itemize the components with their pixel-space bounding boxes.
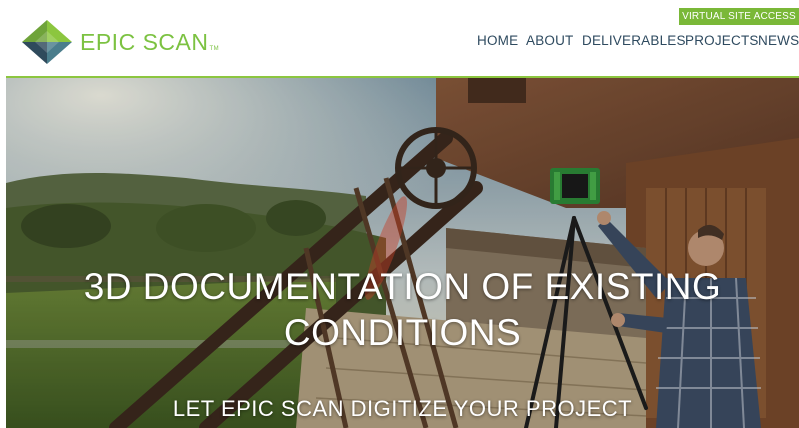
hero-photo [6, 78, 799, 428]
hero-banner: 3D DOCUMENTATION OF EXISTING CONDITIONS … [6, 78, 799, 428]
nav-about[interactable]: ABOUT [526, 33, 574, 48]
virtual-site-access-button[interactable]: VIRTUAL SITE ACCESS [679, 8, 799, 25]
nav-news[interactable]: NEWS [758, 33, 799, 48]
hero-title-line-1: 3D DOCUMENTATION OF EXISTING [83, 266, 722, 307]
hero-title: 3D DOCUMENTATION OF EXISTING CONDITIONS [6, 264, 799, 356]
nav-home[interactable]: HOME [477, 33, 518, 48]
nav-projects[interactable]: PROJECTS [685, 33, 759, 48]
epic-scan-logo-icon[interactable] [22, 20, 72, 64]
hero-title-line-2: CONDITIONS [283, 312, 522, 353]
hero-subtitle: LET EPIC SCAN DIGITIZE YOUR PROJECT [172, 396, 633, 421]
brand-wordmark[interactable]: EPIC SCANTM [80, 29, 219, 56]
trademark-mark: TM [209, 46, 220, 52]
nav-deliverables[interactable]: DELIVERABLES [582, 33, 686, 48]
brand-name: EPIC SCAN [80, 29, 209, 55]
